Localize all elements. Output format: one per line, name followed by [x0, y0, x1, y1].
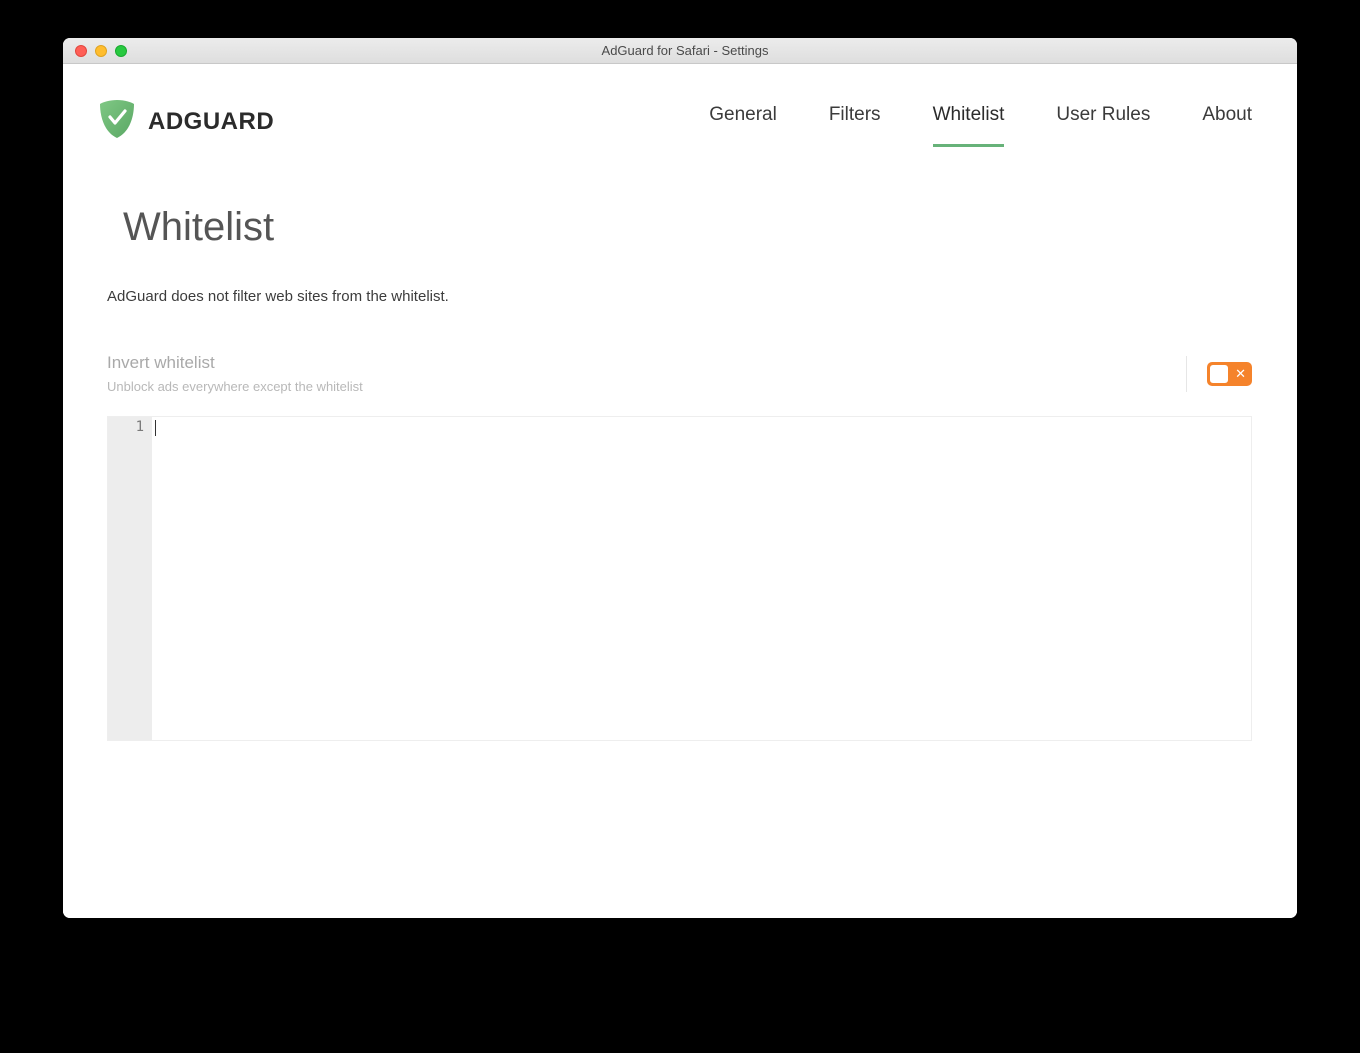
toggle-area: ✕: [1186, 356, 1252, 392]
maximize-window-button[interactable]: [115, 45, 127, 57]
page-description: AdGuard does not filter web sites from t…: [107, 288, 1252, 305]
invert-whitelist-toggle[interactable]: ✕: [1207, 362, 1252, 386]
line-number: 1: [108, 419, 144, 435]
tab-filters[interactable]: Filters: [829, 96, 881, 147]
setting-title: Invert whitelist: [107, 353, 363, 373]
brand-name: ADGUARD: [148, 108, 274, 136]
editor-gutter: 1: [108, 417, 152, 740]
header: ADGUARD General Filters Whitelist User R…: [63, 64, 1297, 147]
setting-text: Invert whitelist Unblock ads everywhere …: [107, 353, 363, 394]
page-title: Whitelist: [123, 205, 1252, 250]
shield-icon: [98, 98, 136, 145]
setting-invert-whitelist: Invert whitelist Unblock ads everywhere …: [107, 353, 1252, 394]
text-cursor: [155, 420, 156, 436]
traffic-lights: [75, 45, 127, 57]
page-body: Whitelist AdGuard does not filter web si…: [63, 147, 1297, 741]
content: ADGUARD General Filters Whitelist User R…: [63, 64, 1297, 918]
window-title: AdGuard for Safari - Settings: [73, 43, 1297, 58]
setting-subtitle: Unblock ads everywhere except the whitel…: [107, 379, 363, 394]
tab-general[interactable]: General: [709, 96, 777, 147]
divider: [1186, 356, 1187, 392]
toggle-knob: [1210, 365, 1228, 383]
tab-user-rules[interactable]: User Rules: [1056, 96, 1150, 147]
app-window: AdGuard for Safari - Settings: [63, 38, 1297, 918]
close-window-button[interactable]: [75, 45, 87, 57]
x-icon: ✕: [1235, 367, 1246, 380]
minimize-window-button[interactable]: [95, 45, 107, 57]
editor-text-area[interactable]: [152, 417, 1251, 740]
titlebar: AdGuard for Safari - Settings: [63, 38, 1297, 64]
tab-whitelist[interactable]: Whitelist: [933, 96, 1005, 147]
tabs: General Filters Whitelist User Rules Abo…: [709, 96, 1252, 147]
whitelist-editor[interactable]: 1: [107, 416, 1252, 741]
tab-about[interactable]: About: [1202, 96, 1252, 147]
logo-area: ADGUARD: [98, 98, 274, 145]
